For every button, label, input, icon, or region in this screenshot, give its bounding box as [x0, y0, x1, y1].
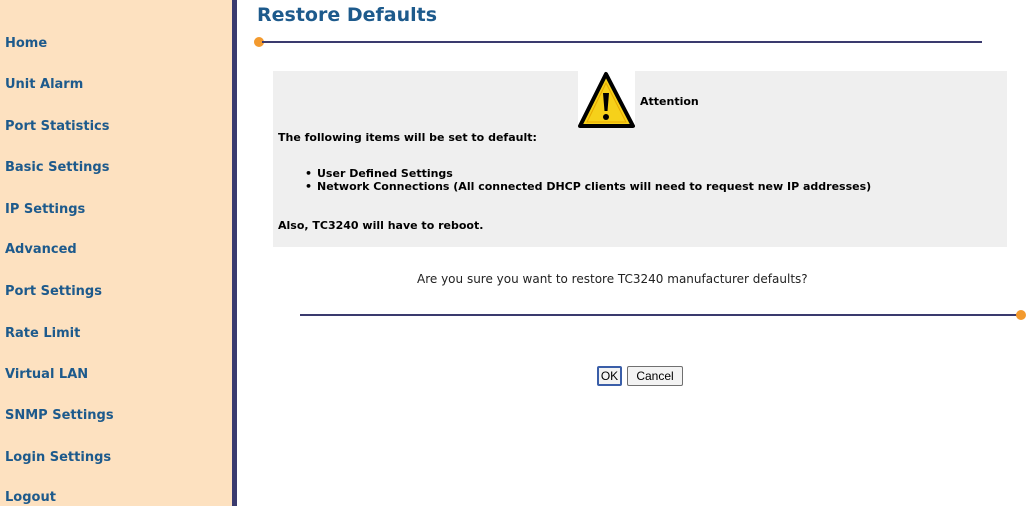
sidebar-item-home[interactable]: Home — [5, 36, 47, 51]
sidebar-item-login-settings[interactable]: Login Settings — [5, 450, 111, 465]
reboot-note: Also, TC3240 will have to reboot. — [278, 219, 484, 232]
top-divider — [262, 41, 982, 43]
confirm-question: Are you sure you want to restore TC3240 … — [417, 272, 808, 286]
defaults-list: User Defined Settings Network Connection… — [301, 167, 871, 193]
sidebar-item-advanced[interactable]: Advanced — [5, 242, 77, 257]
sidebar: Home Unit Alarm Port Statistics Basic Se… — [0, 0, 237, 506]
attention-label: Attention — [640, 95, 699, 108]
list-item: Network Connections (All connected DHCP … — [301, 180, 871, 193]
sidebar-item-unit-alarm[interactable]: Unit Alarm — [5, 77, 83, 92]
sidebar-item-port-statistics[interactable]: Port Statistics — [5, 119, 109, 134]
ok-button[interactable]: OK — [597, 366, 622, 386]
sidebar-item-snmp-settings[interactable]: SNMP Settings — [5, 408, 114, 423]
sidebar-item-port-settings[interactable]: Port Settings — [5, 284, 102, 299]
sidebar-item-basic-settings[interactable]: Basic Settings — [5, 160, 109, 175]
sidebar-item-logout[interactable]: Logout — [5, 490, 56, 505]
sidebar-item-rate-limit[interactable]: Rate Limit — [5, 326, 80, 341]
page-title: Restore Defaults — [257, 4, 438, 26]
sidebar-item-ip-settings[interactable]: IP Settings — [5, 202, 85, 217]
list-item: User Defined Settings — [301, 167, 871, 180]
main-content: Restore Defaults Attention The following… — [242, 0, 1035, 506]
sidebar-item-virtual-lan[interactable]: Virtual LAN — [5, 367, 88, 382]
defaults-intro: The following items will be set to defau… — [278, 131, 537, 144]
warning-icon — [578, 71, 635, 128]
cancel-button[interactable]: Cancel — [627, 366, 683, 386]
bottom-rule-dot — [1016, 310, 1026, 320]
bottom-divider — [300, 314, 1020, 316]
attention-panel: Attention The following items will be se… — [273, 71, 1007, 247]
